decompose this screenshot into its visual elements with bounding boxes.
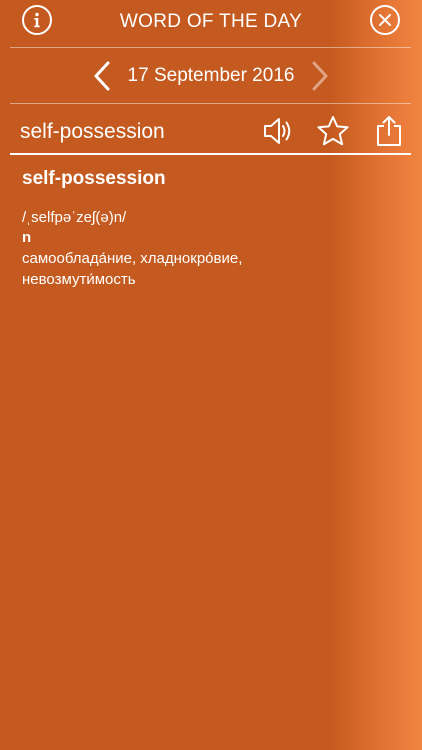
headword: self-possession: [20, 120, 165, 143]
page-title: WORD OF THE DAY: [119, 11, 303, 32]
entry-word: self-possession: [22, 168, 166, 189]
date-navigation: 17 September 2016: [0, 48, 422, 103]
favorite-button[interactable]: [316, 115, 350, 147]
chevron-right-icon: [312, 61, 328, 91]
word-toolbar: self-possession: [0, 104, 422, 153]
divider: [10, 153, 411, 155]
top-bar: WORD OF THE DAY: [0, 0, 422, 46]
part-of-speech: n: [22, 229, 32, 246]
translation-line: самооблада́ние, хладнокро́вие,: [22, 250, 243, 267]
speaker-icon: [264, 118, 291, 144]
date-label: 17 September 2016: [127, 65, 295, 86]
dictionary-entry: self-possession /ˌselfpəˈzeʃ(ə)n/ n само…: [22, 168, 352, 290]
share-button[interactable]: [372, 115, 406, 147]
star-icon: [317, 116, 349, 146]
translation-line: невозмути́мость: [22, 271, 136, 288]
close-button[interactable]: [370, 5, 400, 35]
next-day-button[interactable]: [308, 60, 332, 92]
speaker-button[interactable]: [262, 115, 296, 147]
share-icon: [377, 116, 401, 146]
pronunciation: /ˌselfpəˈzeʃ(ə)n/: [22, 209, 127, 226]
close-icon: [379, 14, 391, 26]
